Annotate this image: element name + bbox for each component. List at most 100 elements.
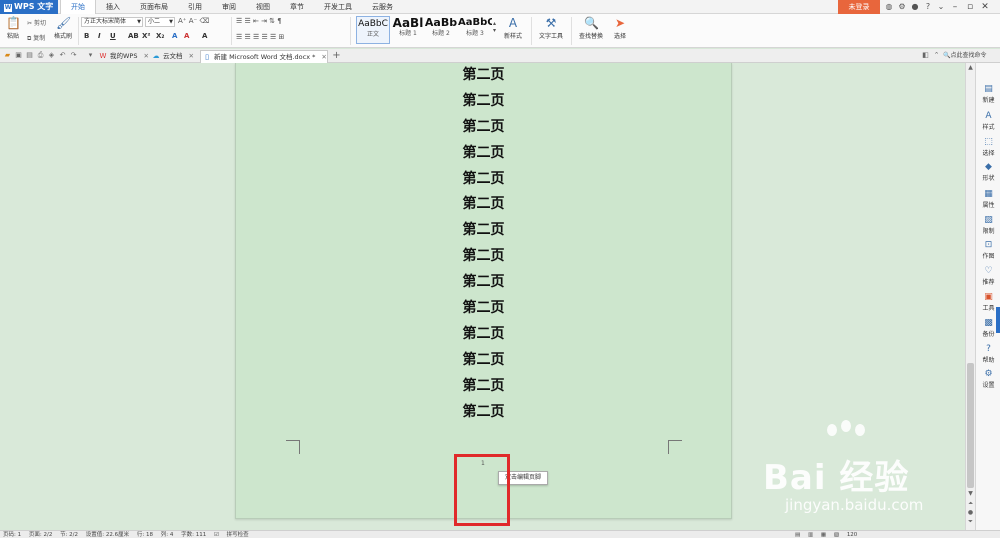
select-icon: ⬚ [984,137,993,147]
print-icon[interactable]: ⎙ [36,51,45,60]
task-pane-properties[interactable]: ▦ 属性 [976,189,1000,209]
task-pane-restrict[interactable]: ▨ 限制 [976,215,1000,235]
style-heading-2[interactable]: AaBb 标题 2 [424,16,458,44]
view-mode-icon[interactable]: ▤ [795,532,800,538]
tab-page-layout[interactable]: 页面布局 [130,0,178,14]
font-name-select[interactable]: 方正大标宋简体 ▼ [81,17,143,27]
font-color-button[interactable]: A [184,32,189,40]
document-body[interactable]: 第二页 第二页 第二页 第二页 第二页 第二页 第二页 第二页 第二页 第二页 … [236,63,731,425]
page-footer[interactable]: 1 双击编辑页脚 [236,454,731,526]
clear-format-button[interactable]: A [202,32,207,40]
tab-view[interactable]: 视图 [246,0,280,14]
view-mode-icon[interactable]: ▧ [834,532,839,538]
scroll-down-icon[interactable]: ▼ [966,490,975,498]
strikethrough-button[interactable]: AB [128,32,139,40]
superscript-button[interactable]: X² [142,32,150,40]
clipboard-icon: 📋 [6,16,21,30]
tab-developer[interactable]: 开发工具 [314,0,362,14]
task-pane-settings[interactable]: ⚙ 设置 [976,369,1000,389]
gear-icon[interactable]: ⚙ [897,2,907,12]
skin-icon[interactable]: ◍ [884,2,894,12]
style-normal[interactable]: AaBbC 正文 [356,16,390,44]
view-mode-icon[interactable]: ▥ [808,532,813,538]
font-size-select[interactable]: 小二 ▼ [145,17,175,27]
tab-insert[interactable]: 插入 [96,0,130,14]
redo-icon[interactable]: ↷ [69,51,78,60]
close-button[interactable]: ✕ [979,0,991,14]
tab-references[interactable]: 引用 [178,0,212,14]
style-heading-3[interactable]: AaBbC 标题 3 [458,16,492,44]
pin-icon[interactable]: ◧ [921,51,930,60]
find-replace-button[interactable]: 🔍 查找替换 [576,16,606,40]
styles-scroll[interactable]: ▴ ▾ [493,20,496,34]
task-pane-select[interactable]: ⬚ 选择 [976,137,1000,157]
status-words[interactable]: 字数: 111 [181,532,206,538]
task-pane-new[interactable]: ▤ 新建 [976,84,1000,104]
login-button[interactable]: 未登录 [838,0,880,14]
feedback-icon[interactable]: ● [910,2,920,12]
format-painter-button[interactable]: 🖌 格式刷 [52,16,74,40]
status-spell-check[interactable]: ☑ 拼写检查 [214,532,255,538]
command-search[interactable]: 🔍点此查找命令 [943,50,1000,62]
cut-button[interactable]: ✂ 剪切 [27,18,46,27]
status-bar: 页码: 1 页面: 2/2 节: 2/2 设置值: 22.6厘米 行: 18 列… [0,530,1000,538]
help-icon[interactable]: ? [923,2,933,12]
tab-cloud-service[interactable]: 云服务 [362,0,403,14]
close-icon[interactable]: ✕ [143,52,148,60]
zoom-value[interactable]: 120 [847,532,858,538]
subscript-button[interactable]: X₂ [156,32,164,40]
close-icon[interactable]: ✕ [189,52,194,60]
view-mode-icon[interactable]: ▦ [821,532,826,538]
align-buttons[interactable]: ☰ ☰ ☰ ☰ ☰ ⊞ [236,33,284,41]
task-pane-shapes[interactable]: ◆ 形状 [976,162,1000,182]
scrollbar-thumb[interactable] [967,363,974,488]
task-pane-styles[interactable]: A 样式 [976,111,1000,131]
print-preview-icon[interactable]: ▤ [25,51,34,60]
new-tab-icon[interactable]: + [332,51,341,61]
text-line: 第二页 [462,170,505,187]
chevron-down-icon[interactable]: ⌄ [936,2,946,12]
copy-button[interactable]: ⧉ 复制 [27,33,45,43]
chevron-down-icon[interactable]: ▾ [86,51,95,60]
task-pane-drawing[interactable]: ⊡ 作图 [976,240,1000,260]
list-buttons[interactable]: ☰ ☰ ⇤ ⇥ ⇅ ¶ [236,17,282,25]
new-style-button[interactable]: A 新样式 [500,16,526,40]
document-page[interactable]: 第二页 第二页 第二页 第二页 第二页 第二页 第二页 第二页 第二页 第二页 … [235,63,732,526]
save-icon[interactable]: ▣ [14,51,23,60]
app-menu-button[interactable]: W WPS 文字 [0,0,58,14]
task-pane-recommend[interactable]: ♡ 推荐 [976,266,1000,286]
text-tools-button[interactable]: ⚒ 文字工具 [536,16,566,40]
tab-my-wps[interactable]: W 我的WPS ✕ [97,50,149,63]
next-page-icon[interactable]: ⏷ [966,518,975,526]
task-pane-toggle[interactable] [996,307,1000,333]
task-pane-help[interactable]: ? 帮助 [976,344,1000,364]
font-grow-shrink[interactable]: A⁺ A⁻ ⌫ [178,17,209,25]
bold-button[interactable]: B [84,32,89,40]
tab-home[interactable]: 开始 [60,0,96,14]
title-bar: W WPS 文字 开始 插入 页面布局 引用 审阅 视图 章节 开发工具 云服务 … [0,0,1000,14]
underline-button[interactable]: U [110,32,116,40]
paste-button[interactable]: 📋 粘贴 [4,16,22,40]
highlight-button[interactable]: A [172,32,177,40]
scroll-up-icon[interactable]: ▲ [966,63,975,72]
italic-button[interactable]: I [98,32,101,40]
minimize-button[interactable]: – [949,0,961,14]
select-label: 选择 [613,33,626,40]
tab-review[interactable]: 审阅 [212,0,246,14]
previous-page-icon[interactable]: ⏶ [966,500,975,508]
tab-chapter[interactable]: 章节 [280,0,314,14]
browse-object-icon[interactable]: ● [966,509,975,517]
maximize-button[interactable]: ▫ [964,0,976,14]
style-heading-1[interactable]: AaBl 标题 1 [391,16,425,44]
export-pdf-icon[interactable]: ◈ [47,51,56,60]
open-folder-icon[interactable]: ▰ [3,51,12,60]
select-button[interactable]: ➤ 选择 [609,16,631,40]
text-line: 第二页 [462,300,505,317]
chevron-up-icon[interactable]: ⌃ [932,51,941,60]
tab-current-document[interactable]: ▯ 新建 Microsoft Word 文档.docx * ✕ [200,50,328,63]
vertical-scrollbar[interactable]: ▲ ▼ ⏶ ● ⏷ [965,63,975,530]
find-replace-label: 查找替换 [578,33,603,40]
close-icon[interactable]: ✕ [321,53,326,61]
tab-cloud-docs[interactable]: ☁ 云文档 ✕ [150,50,194,63]
undo-icon[interactable]: ↶ [58,51,67,60]
